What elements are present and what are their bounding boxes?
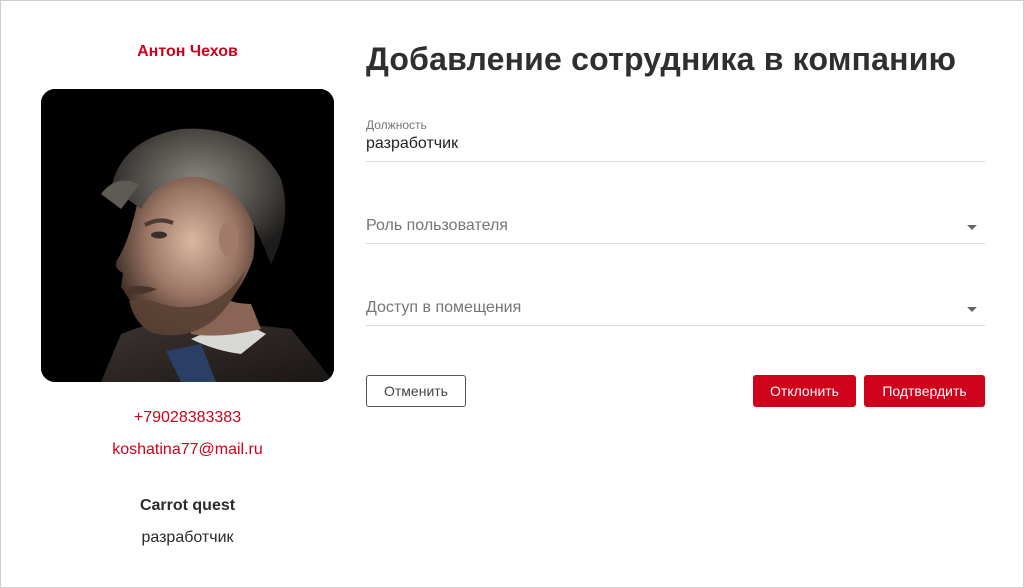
avatar-portrait-image: [41, 89, 334, 382]
confirm-button[interactable]: Подтвердить: [864, 375, 985, 407]
chevron-down-icon[interactable]: [967, 307, 977, 312]
cancel-button[interactable]: Отменить: [366, 375, 466, 407]
profile-name: Антон Чехов: [137, 43, 238, 60]
position-field[interactable]: Должность разработчик: [366, 117, 985, 162]
role-select[interactable]: Роль пользователя: [366, 199, 985, 244]
position-field-value[interactable]: разработчик: [366, 135, 458, 153]
decline-button[interactable]: Отклонить: [753, 375, 856, 407]
profile-company: Carrot quest: [139, 497, 236, 514]
profile-email-link[interactable]: koshatina77@mail.ru: [41, 441, 334, 459]
chevron-down-icon[interactable]: [967, 225, 977, 230]
profile-phone-link[interactable]: +79028383383: [41, 409, 334, 427]
access-select-placeholder: Доступ в помещения: [366, 299, 522, 316]
profile-position: разработчик: [141, 529, 234, 546]
app-window: Антон Чехов +79028383383 koshatina77@mai…: [0, 0, 1024, 588]
page-title: Добавление сотрудника в компанию: [366, 41, 957, 77]
avatar: [41, 89, 334, 382]
role-select-placeholder: Роль пользователя: [366, 217, 508, 234]
access-select[interactable]: Доступ в помещения: [366, 281, 985, 326]
position-field-label: Должность: [366, 118, 427, 132]
